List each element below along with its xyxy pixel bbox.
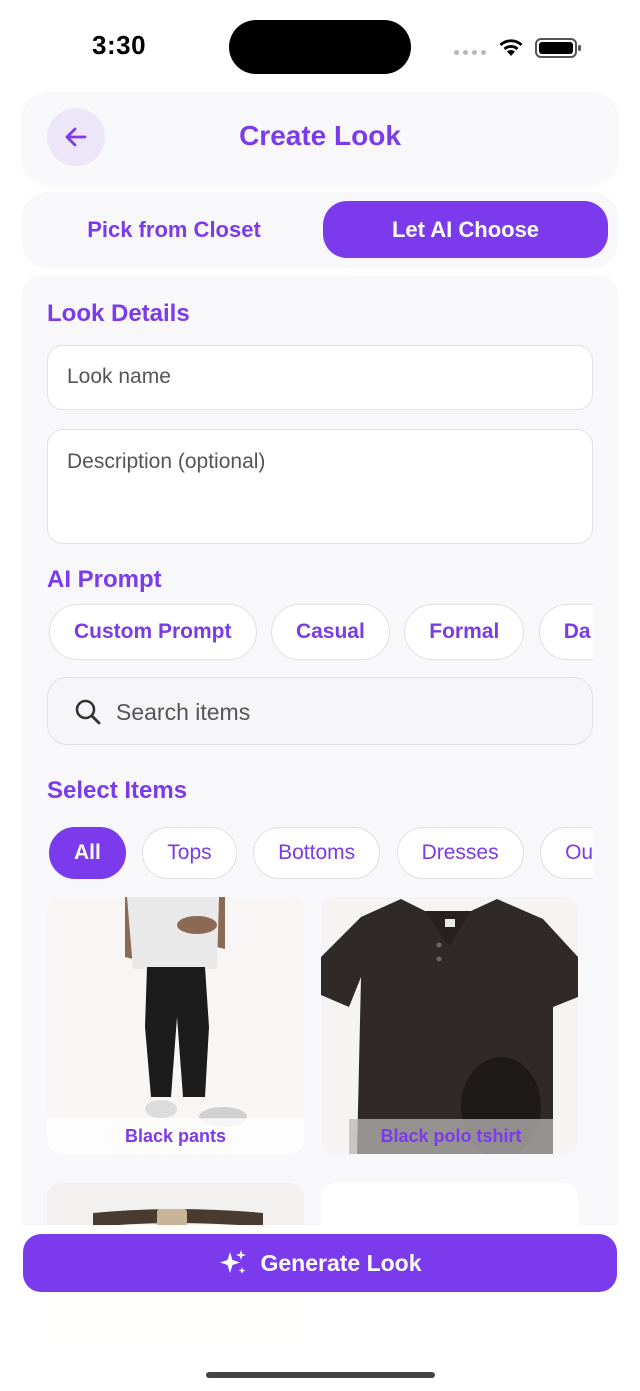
- status-bar: 3:30: [0, 0, 640, 90]
- look-details-heading: Look Details: [47, 300, 190, 327]
- ai-prompt-heading: AI Prompt: [47, 566, 162, 593]
- tab-pick-from-closet[interactable]: Pick from Closet: [36, 201, 312, 258]
- category-chip-tops[interactable]: Tops: [142, 827, 237, 879]
- category-chip-all[interactable]: All: [49, 827, 126, 879]
- category-chip-bottoms[interactable]: Bottoms: [253, 827, 381, 879]
- search-input[interactable]: Search items: [47, 677, 593, 745]
- page-title: Create Look: [239, 120, 401, 151]
- category-chip-dresses[interactable]: Dresses: [396, 827, 524, 879]
- status-time: 3:30: [92, 30, 147, 60]
- black-pants-image: [47, 897, 304, 1154]
- description-field[interactable]: Description (optional): [47, 429, 593, 544]
- item-label: Black pants: [47, 1118, 304, 1154]
- item-label: Black polo tshirt: [380, 1125, 522, 1146]
- search-placeholder: Search items: [116, 699, 251, 725]
- look-name-field[interactable]: Look name: [47, 345, 593, 410]
- select-items-heading: Select Items: [47, 777, 188, 804]
- signal-dots-icon: [454, 50, 486, 55]
- search-icon: [75, 699, 101, 725]
- mode-segmented-control: Pick from Closet Let AI Choose: [22, 192, 618, 268]
- home-indicator: [206, 1372, 435, 1378]
- dynamic-island: [229, 20, 411, 74]
- prompt-chip-date[interactable]: Da: [538, 604, 593, 660]
- item-card-black-pants[interactable]: Black pants: [47, 897, 304, 1154]
- prompt-chip-formal[interactable]: Formal: [404, 604, 525, 660]
- prompt-chip-row: Custom Prompt Casual Formal Da: [47, 604, 593, 662]
- item-card-black-polo[interactable]: Black polo tshirt: [321, 897, 578, 1154]
- generate-look-button[interactable]: Generate Look: [23, 1234, 617, 1292]
- battery-icon: [535, 38, 581, 58]
- prompt-chip-custom[interactable]: Custom Prompt: [49, 604, 257, 660]
- category-chip-row: All Tops Bottoms Dresses Ou: [47, 827, 593, 881]
- prompt-chip-casual[interactable]: Casual: [270, 604, 390, 660]
- header: Create Look: [22, 92, 618, 184]
- generate-look-label: Generate Look: [260, 1249, 422, 1276]
- black-polo-image: [321, 897, 578, 1154]
- wifi-icon: [499, 39, 523, 56]
- tab-let-ai-choose[interactable]: Let AI Choose: [323, 201, 608, 258]
- category-chip-outerwear[interactable]: Ou: [540, 827, 593, 879]
- sparkles-icon: [220, 1250, 247, 1274]
